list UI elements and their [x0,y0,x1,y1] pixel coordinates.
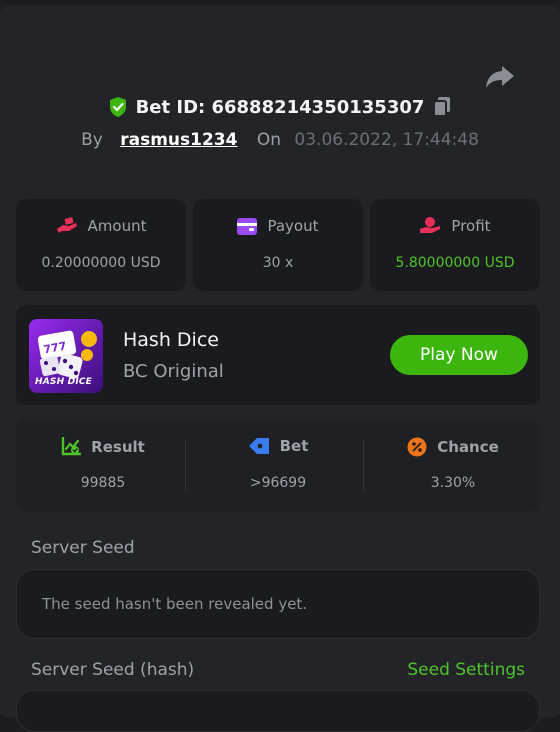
bet-hand-icon [56,217,77,233]
by-label: By [81,130,103,150]
stat-payout-value: 30 x [262,255,294,271]
result-divider [185,439,186,491]
bet-stats: Amount 0.20000000 USD Payout 30 x Profit… [16,199,540,291]
stat-profit: Profit 5.80000000 USD [370,199,540,291]
game-card[interactable]: 777 HASH DICE Hash Dice BC Original Play… [16,305,540,405]
result-label: Result [91,437,145,456]
server-seed-field[interactable]: The seed hasn't been revealed yet. [16,569,540,639]
bet-datetime: 03.06.2022, 17:44:48 [294,130,479,150]
ticket-icon [248,438,269,454]
stat-profit-label: Profit [451,217,491,235]
result-value: 99885 [80,475,126,491]
result-result: Result 99885 [16,419,190,511]
chance-label: Chance [437,438,499,456]
bet-id: Bet ID: 66888214350135307 [135,96,425,118]
game-title: Hash Dice [123,329,219,351]
stat-amount-label: Amount [87,217,147,235]
verified-shield-icon [108,96,128,118]
bet-byline: By rasmus1234 On 03.06.2022, 17:44:48 [0,130,560,150]
stat-profit-value: 5.80000000 USD [395,255,515,271]
stat-payout: Payout 30 x [193,199,363,291]
server-seed-hash-field[interactable] [16,690,540,732]
game-thumbnail-label: HASH DICE [35,377,93,387]
result-bet: Bet >96699 [191,419,365,511]
seed-settings-link[interactable]: Seed Settings [407,660,525,680]
bet-header: Bet ID: 66888214350135307 [0,96,560,123]
bet-value: >96699 [249,475,307,491]
stat-amount-value: 0.20000000 USD [41,255,161,271]
stat-payout-label: Payout [267,217,319,235]
bet-label: Bet [279,437,309,455]
result-divider [363,439,364,491]
username-link[interactable]: rasmus1234 [120,130,237,150]
on-label: On [256,130,282,150]
server-seed-text: The seed hasn't been revealed yet. [42,595,308,613]
percent-icon [407,437,427,457]
server-seed-label: Server Seed [31,538,135,558]
game-thumbnail[interactable]: 777 HASH DICE [29,319,103,393]
play-now-button[interactable]: Play Now [390,335,528,375]
share-icon [486,66,514,88]
stat-amount: Amount 0.20000000 USD [16,199,186,291]
chance-value: 3.30% [430,475,476,491]
copy-icon [433,97,451,117]
chart-check-icon [61,437,82,456]
result-chance: Chance 3.30% [366,419,540,511]
server-seed-hash-label: Server Seed (hash) [31,660,195,680]
coin-hand-icon [420,217,441,233]
share-button[interactable] [484,62,516,92]
wallet-icon [237,217,258,235]
copy-button[interactable] [432,96,452,118]
result-stats: Result 99885 Bet >96699 Chance 3.30% [16,419,540,511]
game-subtitle: BC Original [123,361,224,382]
